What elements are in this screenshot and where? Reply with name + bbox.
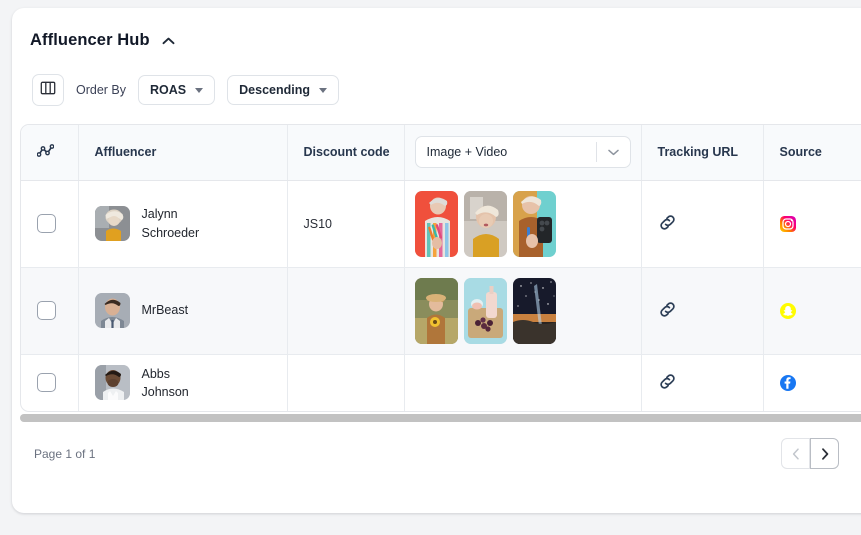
tracking-url-cell bbox=[641, 180, 763, 267]
affluencer-name-line2: Johnson bbox=[142, 383, 189, 401]
link-icon[interactable] bbox=[658, 380, 677, 394]
affluencer-name-line1: Abbs bbox=[142, 365, 189, 383]
row-select-cell bbox=[21, 267, 78, 354]
media-thumbnail[interactable] bbox=[415, 278, 458, 344]
sort-direction-select[interactable]: Descending bbox=[227, 75, 339, 105]
media-thumbnail[interactable] bbox=[415, 191, 458, 257]
affluencer-name: Jalynn Schroeder bbox=[142, 205, 200, 241]
facebook-icon[interactable] bbox=[780, 375, 861, 391]
snapchat-icon[interactable] bbox=[780, 303, 861, 319]
chevron-up-icon[interactable] bbox=[162, 32, 175, 50]
column-header-media: Image + Video bbox=[404, 125, 641, 180]
page-indicator: Page 1 of 1 bbox=[34, 447, 95, 461]
horizontal-scrollbar[interactable] bbox=[20, 412, 861, 422]
table-row[interactable]: Abbs Johnson bbox=[21, 354, 861, 411]
row-select-cell bbox=[21, 180, 78, 267]
media-filter-select[interactable]: Image + Video bbox=[415, 136, 631, 168]
row-checkbox[interactable] bbox=[37, 373, 56, 392]
tracking-url-cell bbox=[641, 267, 763, 354]
link-icon[interactable] bbox=[658, 221, 677, 235]
affluencer-cell: Abbs Johnson bbox=[78, 354, 287, 411]
source-cell bbox=[763, 354, 861, 411]
affluencer-name-line1: Jalynn bbox=[142, 205, 200, 223]
discount-code-cell bbox=[287, 354, 404, 411]
avatar bbox=[95, 365, 130, 400]
sort-field-select[interactable]: ROAS bbox=[138, 75, 215, 105]
next-page-button[interactable] bbox=[810, 438, 839, 469]
affluencer-name-line1: MrBeast bbox=[142, 301, 189, 319]
media-thumbnail[interactable] bbox=[513, 191, 556, 257]
chevron-down-icon bbox=[597, 145, 630, 159]
order-by-label: Order By bbox=[76, 83, 126, 97]
discount-code-cell: JS10 bbox=[287, 180, 404, 267]
analytics-line-chart-icon bbox=[37, 147, 54, 161]
sort-direction-value: Descending bbox=[239, 83, 310, 97]
column-header-affluencer[interactable]: Affluencer bbox=[78, 125, 287, 180]
instagram-icon[interactable] bbox=[780, 216, 861, 232]
affluencer-name-line2: Schroeder bbox=[142, 224, 200, 242]
columns-button[interactable] bbox=[32, 74, 64, 106]
affluencer-hub-card: Affluencer Hub Order By ROAS Descending bbox=[12, 8, 861, 513]
scrollbar-thumb[interactable] bbox=[20, 414, 861, 422]
table-header: Affluencer Discount code Image + Video bbox=[21, 125, 861, 180]
table-row[interactable]: Jalynn Schroeder JS10 bbox=[21, 180, 861, 267]
link-icon[interactable] bbox=[658, 308, 677, 322]
chevron-left-icon bbox=[792, 448, 800, 460]
media-filter-value: Image + Video bbox=[416, 145, 508, 159]
column-header-metrics[interactable] bbox=[21, 125, 78, 180]
avatar bbox=[95, 206, 130, 241]
affluencer-table: Affluencer Discount code Image + Video bbox=[21, 125, 861, 411]
pagination bbox=[781, 438, 839, 469]
affluencer-name: Abbs Johnson bbox=[142, 365, 189, 401]
table-row[interactable]: MrBeast bbox=[21, 267, 861, 354]
column-header-tracking-url[interactable]: Tracking URL bbox=[641, 125, 763, 180]
media-thumbnail[interactable] bbox=[464, 278, 507, 344]
chevron-down-icon bbox=[195, 88, 203, 93]
card-header: Affluencer Hub bbox=[12, 8, 861, 50]
discount-code-cell bbox=[287, 267, 404, 354]
media-cell bbox=[404, 267, 641, 354]
column-header-discount-code[interactable]: Discount code bbox=[287, 125, 404, 180]
page-title: Affluencer Hub bbox=[30, 31, 150, 50]
table-header-row: Affluencer Discount code Image + Video bbox=[21, 125, 861, 180]
sort-field-value: ROAS bbox=[150, 83, 186, 97]
table-body: Jalynn Schroeder JS10 bbox=[21, 180, 861, 411]
source-cell bbox=[763, 180, 861, 267]
columns-icon bbox=[40, 80, 56, 101]
media-thumbnail[interactable] bbox=[513, 278, 556, 344]
affluencer-name: MrBeast bbox=[142, 301, 189, 319]
row-checkbox[interactable] bbox=[37, 301, 56, 320]
chevron-right-icon bbox=[821, 448, 829, 460]
source-cell bbox=[763, 267, 861, 354]
previous-page-button[interactable] bbox=[781, 438, 810, 469]
table-footer: Page 1 of 1 bbox=[12, 422, 861, 469]
chevron-down-icon bbox=[319, 88, 327, 93]
affluencer-cell: Jalynn Schroeder bbox=[78, 180, 287, 267]
affluencer-cell: MrBeast bbox=[78, 267, 287, 354]
column-header-source[interactable]: Source bbox=[763, 125, 861, 180]
media-cell bbox=[404, 354, 641, 411]
media-thumbnail[interactable] bbox=[464, 191, 507, 257]
avatar bbox=[95, 293, 130, 328]
tracking-url-cell bbox=[641, 354, 763, 411]
media-cell bbox=[404, 180, 641, 267]
affluencer-table-container: Affluencer Discount code Image + Video bbox=[20, 124, 861, 412]
row-select-cell bbox=[21, 354, 78, 411]
toolbar: Order By ROAS Descending bbox=[12, 50, 861, 106]
row-checkbox[interactable] bbox=[37, 214, 56, 233]
